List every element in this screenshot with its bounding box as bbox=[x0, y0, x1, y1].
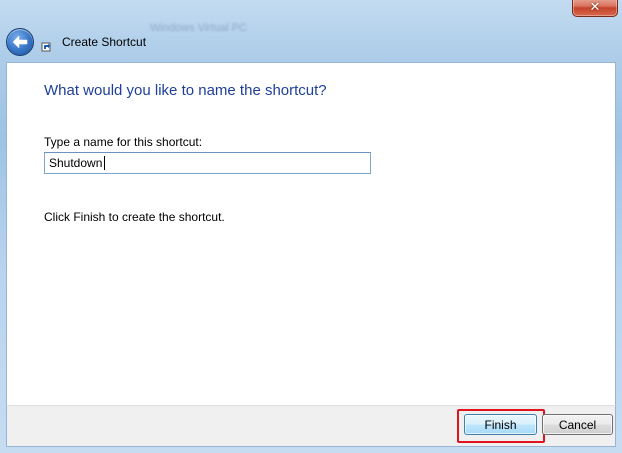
back-arrow-icon bbox=[12, 35, 28, 49]
wizard-title: Create Shortcut bbox=[62, 35, 147, 49]
wizard-content-panel: What would you like to name the shortcut… bbox=[6, 62, 616, 407]
text-caret bbox=[104, 156, 105, 170]
shortcut-overlay-icon bbox=[40, 38, 54, 52]
cancel-button[interactable]: Cancel bbox=[542, 414, 613, 435]
shortcut-name-label: Type a name for this shortcut: bbox=[44, 135, 203, 149]
back-button[interactable] bbox=[6, 28, 34, 56]
finish-button[interactable]: Finish bbox=[464, 414, 537, 435]
shortcut-name-input[interactable] bbox=[44, 152, 371, 174]
close-icon: ✕ bbox=[589, 0, 601, 15]
page-heading: What would you like to name the shortcut… bbox=[44, 82, 327, 99]
finish-instruction: Click Finish to create the shortcut. bbox=[44, 210, 225, 224]
wizard-footer: Finish Cancel bbox=[6, 405, 616, 447]
navigation-bar: Create Shortcut bbox=[6, 28, 616, 56]
close-button[interactable]: ✕ bbox=[572, 0, 618, 17]
